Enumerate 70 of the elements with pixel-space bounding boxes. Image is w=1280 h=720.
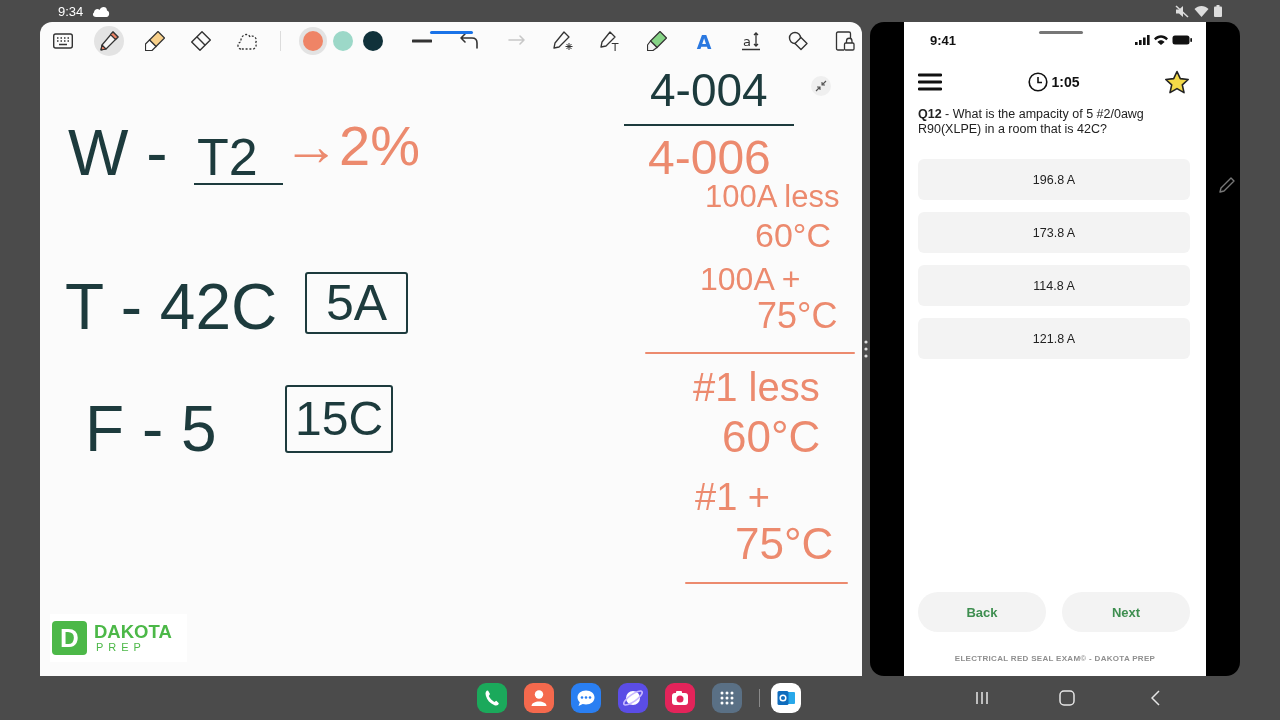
battery-icon [1172,35,1192,45]
logo-mark: D [52,621,87,655]
lasso-icon[interactable] [237,31,257,51]
cloud-icon [92,5,111,17]
answer-option[interactable]: 121.8 A [918,318,1190,359]
question-text: Q12 - What is the ampacity of 5 #2/0awg R90(XLPE) in a room that is 42C? [918,107,1145,137]
notch-indicator [1039,31,1083,34]
handwritten-note: W - [68,121,168,185]
logo-tagline: PREP [96,641,147,653]
chat-bubble-icon[interactable] [571,683,601,713]
lock-icon[interactable] [834,31,855,51]
timer-text: 1:05 [1051,74,1080,90]
collapse-icon[interactable] [811,76,831,96]
battery-icon [1214,5,1222,17]
handwritten-note: #1 less [693,367,820,407]
handwritten-note: T - 42C [65,275,278,339]
back-button[interactable]: Back [918,592,1046,632]
handwritten-note: 75°C [735,522,834,566]
wifi-icon [1154,35,1168,45]
star-icon[interactable] [1164,69,1190,95]
eraser-icon[interactable] [191,31,211,51]
phone-time: 9:41 [930,32,957,48]
next-button[interactable]: Next [1062,592,1190,632]
mail-app-icon[interactable] [771,683,801,713]
planet-icon[interactable] [618,683,648,713]
contact-icon[interactable] [524,683,554,713]
handwritten-note: #1 + [695,478,771,516]
back-icon[interactable] [1151,690,1160,706]
app-grid-icon[interactable] [712,683,742,713]
boxed-note: 5A [305,272,409,334]
handwritten-note: 4-004 [624,67,794,126]
signal-icon [1135,35,1150,45]
status-time: 9:34 [58,3,84,19]
camera-icon[interactable] [665,683,695,713]
mute-icon [1175,4,1189,18]
handwritten-note: 60°C [722,415,821,459]
handwritten-note: →2% [283,118,420,174]
pen-icon[interactable] [94,26,124,56]
color-swatch-icon[interactable] [363,31,383,51]
answer-option[interactable]: 196.8 A [918,159,1190,200]
wifi-icon [1194,5,1209,17]
logo-wordmark: DAKOTA [94,623,172,641]
recent-apps-icon[interactable] [975,691,989,705]
boxed-note: 15C [285,385,394,453]
active-indicator [430,31,473,34]
footer-text: ELECTRICAL RED SEAL EXAM© - DAKOTA PREP [953,653,1157,665]
text-style-icon[interactable]: A [693,31,714,51]
menu-icon[interactable] [918,73,942,91]
split-handle[interactable] [864,340,868,358]
handwritten-note: 75°C [757,298,838,334]
marker-icon[interactable] [646,31,667,51]
clock-icon [1028,72,1049,92]
answer-option[interactable]: 173.8 A [918,212,1190,253]
handwritten-note: 100A + [700,263,801,295]
home-icon[interactable] [1059,690,1075,706]
answer-option[interactable]: 114.8 A [918,265,1190,306]
phone-icon[interactable] [477,683,507,713]
color-swatch-icon[interactable] [333,31,353,51]
handwritten-note: 100A less [705,181,840,212]
handwritten-note: T2 [194,131,283,185]
pencil-icon[interactable] [1218,176,1236,194]
pen-sparkle-icon[interactable] [552,31,573,51]
shapes-icon[interactable] [787,31,808,51]
handwritten-note: F - 5 [85,397,217,461]
handwritten-note: 60°C [755,218,831,252]
highlighter-icon[interactable] [145,31,165,51]
handwritten-note: 4-006 [648,134,771,182]
undo-icon[interactable] [458,31,479,51]
keyboard-icon[interactable] [53,31,73,51]
color-swatch-icon[interactable] [299,27,327,55]
